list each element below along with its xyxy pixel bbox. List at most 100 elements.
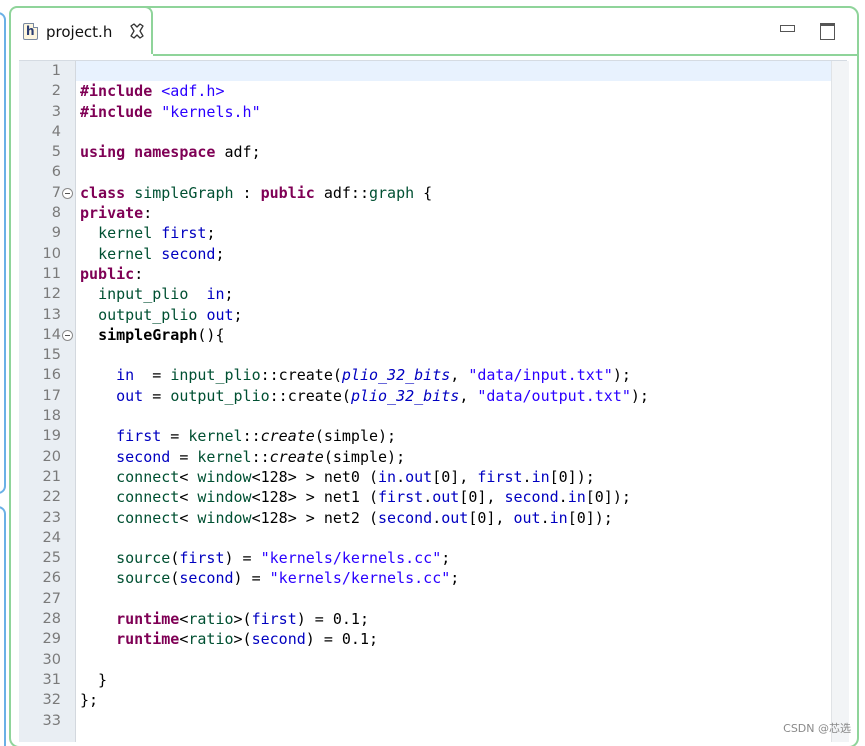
line-number: 6 [51,164,61,181]
code-text: first = kernel::create(simple); [116,427,397,446]
code-editor[interactable]: 1 2 #include <adf.h> 3 #include "kernels.h" 4… [19,60,849,742]
code-line[interactable]: 30 [19,650,847,670]
code-line[interactable]: 20 second = kernel::create(simple); [19,447,847,467]
code-text: using namespace adf; [80,143,261,162]
side-panel-edge [0,506,6,746]
code-text: runtime<ratio>(first) = 0.1; [116,610,369,629]
close-tab-icon[interactable] [129,23,145,39]
line-number: 24 [42,529,61,546]
code-line[interactable]: 5 using namespace adf; [19,142,847,162]
side-panel-edge [0,12,6,494]
line-number: 28 [42,611,61,628]
tab-project-h[interactable]: h project.h [9,6,153,54]
code-line[interactable]: 24 [19,528,847,548]
code-text: kernel first; [98,224,216,243]
code-line[interactable]: 26 source(second) = "kernels/kernels.cc"… [19,568,847,588]
code-text: runtime<ratio>(second) = 0.1; [116,630,379,649]
line-number: 16 [42,367,61,384]
code-line[interactable]: 18 [19,406,847,426]
code-text: input_plio in; [98,285,234,304]
code-line[interactable]: 28 runtime<ratio>(first) = 0.1; [19,609,847,629]
code-text: public: [80,264,144,283]
line-number: 4 [51,123,61,140]
code-text: second = kernel::create(simple); [116,447,406,466]
line-number: 19 [42,428,61,445]
code-line[interactable]: 3 #include "kernels.h" [19,102,847,122]
code-lines: 1 2 #include <adf.h> 3 #include "kernels.h" 4… [19,61,847,731]
code-line[interactable]: 12 input_plio in; [19,284,847,304]
line-number: 3 [51,103,61,120]
code-text: out = output_plio::create(plio_32_bits, … [116,386,649,405]
code-text: in = input_plio::create(plio_32_bits, "d… [116,366,631,385]
code-line[interactable]: 14 simpleGraph(){ [19,325,847,345]
fold-toggle-icon[interactable] [62,329,73,341]
header-file-icon: h [23,23,38,40]
line-number: 22 [42,489,61,506]
line-number: 20 [42,448,61,465]
line-number: 14 [42,326,61,343]
line-number: 25 [42,550,61,567]
code-line[interactable]: 10 kernel second; [19,244,847,264]
code-text: class simpleGraph : public adf::graph { [80,183,433,202]
overview-ruler[interactable] [831,61,849,742]
line-number: 13 [42,306,61,323]
code-line[interactable]: 23 connect< window<128> > net2 (second.o… [19,508,847,528]
code-line[interactable]: 13 output_plio out; [19,305,847,325]
minimize-icon[interactable] [779,22,795,38]
code-line[interactable]: 32}; [19,690,847,710]
code-line[interactable]: 16 in = input_plio::create(plio_32_bits,… [19,365,847,385]
code-line[interactable]: 1 [19,61,847,81]
code-line[interactable]: 8 private: [19,203,847,223]
code-line[interactable]: 27 [19,589,847,609]
code-line[interactable]: 33 [19,711,847,731]
code-line[interactable]: 6 [19,162,847,182]
code-text: source(first) = "kernels/kernels.cc"; [116,549,451,568]
line-number: 8 [51,205,61,222]
code-line[interactable]: 11 public: [19,264,847,284]
code-line[interactable]: 22 connect< window<128> > net1 (first.ou… [19,487,847,507]
code-line[interactable]: 25 source(first) = "kernels/kernels.cc"; [19,548,847,568]
line-number: 26 [42,570,61,587]
code-line[interactable]: 21 connect< window<128> > net0 (in.out[0… [19,467,847,487]
code-line[interactable]: 7 class simpleGraph : public adf::graph { [19,183,847,203]
tab-strip: h project.h [9,6,857,56]
code-text: connect< window<128> > net0 (in.out[0], … [116,467,595,486]
line-number: 32 [42,692,61,709]
code-line[interactable]: 4 [19,122,847,142]
line-number: 31 [42,671,61,688]
line-number: 7 [51,184,61,201]
code-line[interactable]: 29 runtime<ratio>(second) = 0.1; [19,629,847,649]
code-text: connect< window<128> > net1 (first.out[0… [116,488,631,507]
code-line[interactable]: 9 kernel first; [19,223,847,243]
editor-panel: h project.h 1 2 #include <adf.h> 3 #include … [9,6,859,746]
code-line[interactable]: 31 } [19,670,847,690]
line-number: 18 [42,408,61,425]
line-number: 2 [51,83,61,100]
code-text: connect< window<128> > net2 (second.out[… [116,508,613,527]
code-line[interactable]: 2 #include <adf.h> [19,81,847,101]
code-line[interactable]: 17 out = output_plio::create(plio_32_bit… [19,386,847,406]
fold-toggle-icon[interactable] [62,187,73,199]
line-number: 1 [51,63,61,79]
code-text: source(second) = "kernels/kernels.cc"; [116,569,460,588]
code-line[interactable]: 15 [19,345,847,365]
line-number: 33 [42,712,61,729]
line-number: 29 [42,631,61,648]
code-text: simpleGraph(){ [98,325,225,344]
watermark: CSDN @芯选 [783,722,851,735]
code-text: } [80,670,108,689]
code-text: }; [80,691,99,710]
line-number: 10 [42,245,61,262]
line-number: 5 [51,144,61,161]
line-number: 23 [42,509,61,526]
line-number: 30 [42,651,61,668]
code-text: #include "kernels.h" [80,102,261,121]
code-line[interactable]: 19 first = kernel::create(simple); [19,426,847,446]
line-number: 27 [42,590,61,607]
code-text: kernel second; [98,244,225,263]
code-text: output_plio out; [98,305,243,324]
maximize-icon[interactable] [819,22,835,40]
line-number: 17 [42,387,61,404]
code-text: private: [80,204,153,223]
line-number: 21 [42,468,61,485]
